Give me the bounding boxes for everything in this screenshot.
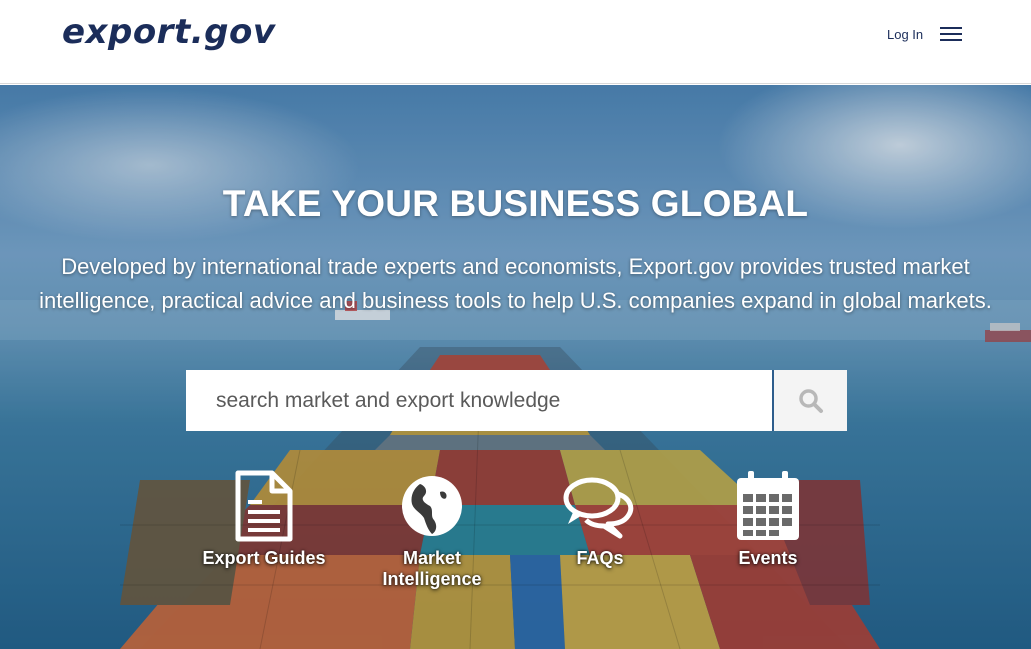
quick-link-events[interactable]: Events — [688, 470, 848, 569]
speech-bubbles-icon — [563, 477, 634, 539]
calendar-icon — [737, 471, 799, 540]
search-icon — [799, 389, 823, 413]
hamburger-menu-icon[interactable] — [940, 26, 962, 42]
quick-link-label: Events — [738, 548, 798, 568]
quick-link-label-line-1: Market — [402, 548, 462, 568]
document-icon — [235, 470, 293, 542]
site-header: export.gov Log In — [0, 0, 1031, 84]
quick-link-label: Export Guides — [202, 548, 326, 568]
search-bar: Export Guides Market Intelligence FAQs — [0, 85, 1031, 649]
quick-link-label: Market Intelligence — [352, 548, 512, 590]
quick-link-faqs[interactable]: FAQs — [520, 470, 680, 569]
quick-link-label: FAQs — [576, 548, 624, 568]
globe-icon — [402, 476, 462, 536]
quick-link-market-intelligence[interactable]: Market Intelligence — [352, 470, 512, 590]
quick-link-label-line-2: Intelligence — [382, 569, 482, 589]
quick-link-export-guides[interactable]: Export Guides — [184, 470, 344, 569]
search-input[interactable] — [186, 370, 772, 431]
login-link[interactable]: Log In — [887, 27, 923, 42]
search-button[interactable] — [774, 370, 847, 431]
site-logo[interactable]: export.gov — [62, 12, 275, 52]
